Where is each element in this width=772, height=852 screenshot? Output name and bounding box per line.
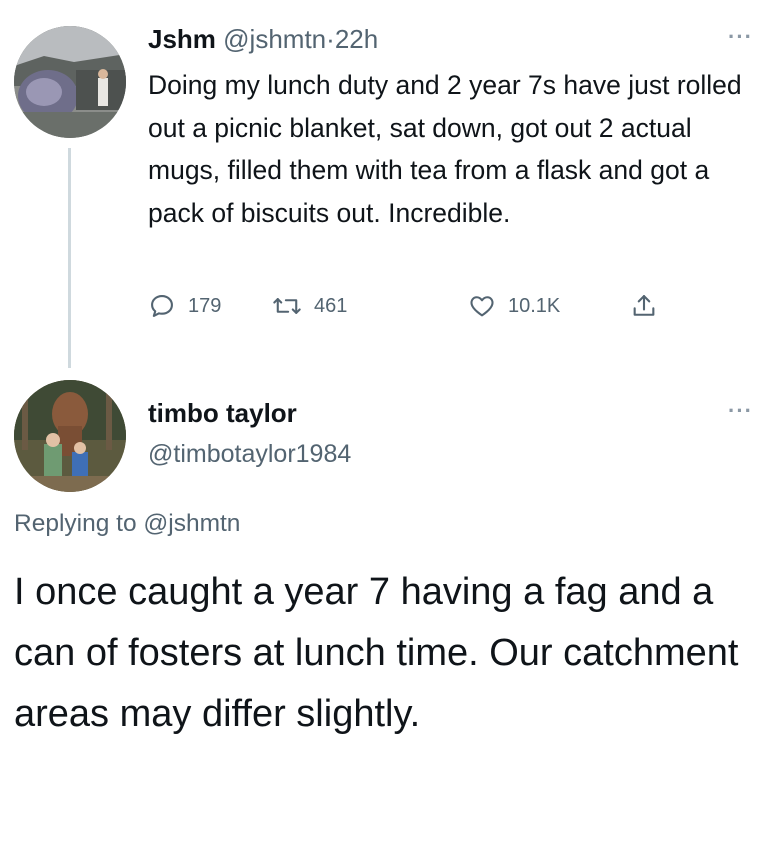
- tweet-header: Jshm @jshmtn·22h: [148, 24, 378, 55]
- like-button[interactable]: 10.1K: [468, 292, 560, 320]
- thread-connector-line: [68, 148, 71, 368]
- reply-tweet-text: I once caught a year 7 having a fag and …: [14, 571, 739, 735]
- heart-outline-icon: [470, 296, 494, 317]
- share-upload-icon: [633, 295, 655, 316]
- avatar-photo: [14, 380, 126, 492]
- header-separator: ·: [326, 24, 335, 54]
- replying-to-mention[interactable]: @jshmtn: [143, 510, 240, 537]
- share-button[interactable]: [630, 292, 658, 320]
- avatar-photo: [14, 26, 126, 138]
- reply-more-options-icon[interactable]: ···: [728, 398, 753, 424]
- replying-to-prefix: Replying to: [14, 510, 137, 537]
- display-name[interactable]: Jshm: [148, 24, 216, 54]
- retweet-button[interactable]: 461: [272, 292, 347, 320]
- avatar-jshm[interactable]: [14, 26, 126, 138]
- reply-button[interactable]: 179: [148, 292, 221, 320]
- tweet-text: Doing my lunch duty and 2 year 7s have j…: [148, 70, 742, 228]
- retweet-arrows-icon: [273, 298, 301, 314]
- reply-user-handle[interactable]: @timbotaylor1984: [148, 440, 351, 469]
- retweet-count: 461: [314, 294, 348, 317]
- like-count: 10.1K: [508, 294, 561, 317]
- user-handle[interactable]: @jshmtn: [223, 24, 326, 54]
- original-tweet: Jshm @jshmtn·22h ··· Doing my lunch duty…: [0, 0, 772, 370]
- more-options-icon[interactable]: ···: [728, 24, 753, 50]
- avatar-timbo-taylor[interactable]: [14, 380, 126, 492]
- tweet-timestamp[interactable]: 22h: [335, 24, 378, 54]
- reply-bubble-icon: [151, 295, 173, 317]
- tweet-actions: 179 461 10.1K: [148, 292, 708, 328]
- reply-count: 179: [188, 294, 222, 317]
- replying-to-line: Replying to @jshmtn: [14, 510, 240, 538]
- reply-display-name[interactable]: timbo taylor: [148, 398, 297, 429]
